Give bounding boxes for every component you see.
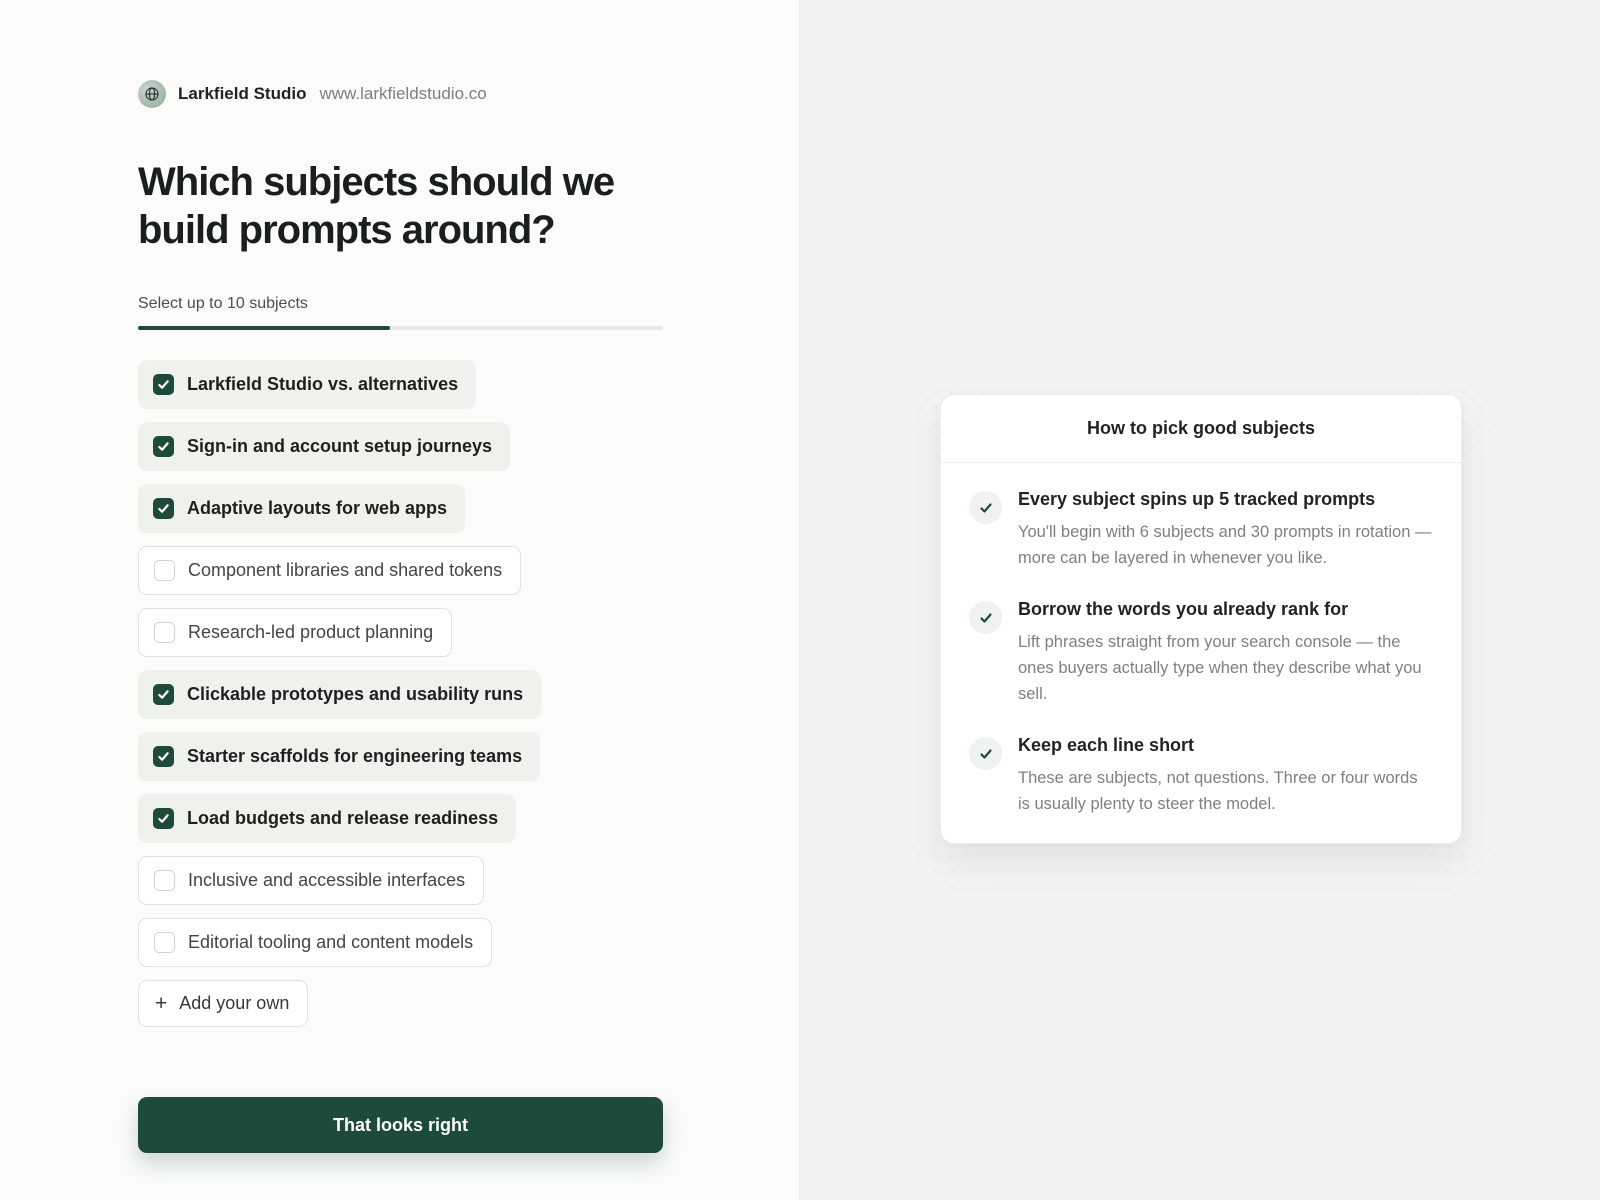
subject-label: Research-led product planning [188,622,434,642]
checkbox-empty-icon[interactable] [154,622,175,643]
check-icon [969,491,1002,524]
subject-option[interactable]: Adaptive layouts for web apps [138,484,466,533]
selection-hint: Select up to 10 subjects [138,295,308,312]
subject-option[interactable]: Editorial tooling and content models [138,918,493,967]
subject-label: Inclusive and accessible interfaces [188,870,466,890]
subject-label: Starter scaffolds for engineering teams [187,746,523,766]
check-icon [969,601,1002,634]
subject-options: Larkfield Studio vs. alternatives Sign-in… [138,360,542,1027]
tip-title: Keep each line short [1018,735,1195,755]
subject-label: Editorial tooling and content models [188,932,474,952]
checkbox-checked-icon[interactable] [153,436,174,457]
brand-url: www.larkfieldstudio.co [319,84,487,103]
subject-label: Load budgets and release readiness [187,808,499,828]
tip-title: Borrow the words you already rank for [1018,599,1349,619]
tip-item: Borrow the words you already rank for Li… [969,599,1433,707]
tip-title: Every subject spins up 5 tracked prompts [1018,489,1376,509]
subject-label: Component libraries and shared tokens [188,560,503,580]
add-subject-button[interactable]: + Add your own [138,980,309,1027]
tips-list: Every subject spins up 5 tracked prompts… [941,463,1461,843]
checkbox-checked-icon[interactable] [153,498,174,519]
selection-progress-bar [138,326,663,330]
checkbox-empty-icon[interactable] [154,870,175,891]
check-icon [969,737,1002,770]
subject-label: Larkfield Studio vs. alternatives [187,374,459,394]
checkbox-checked-icon[interactable] [153,808,174,829]
tip-body: You'll begin with 6 subjects and 30 prom… [1018,523,1432,567]
subject-label: Sign-in and account setup journeys [187,436,493,456]
subject-label: Adaptive layouts for web apps [187,498,448,518]
tips-card-title: How to pick good subjects [941,395,1461,463]
checkbox-checked-icon[interactable] [153,746,174,767]
tip-item: Keep each line short These are subjects,… [969,735,1433,817]
subject-option[interactable]: Research-led product planning [138,608,453,657]
add-subject-label: Add your own [179,993,290,1013]
subject-option[interactable]: Clickable prototypes and usability runs [138,670,542,719]
right-panel: How to pick good subjects Every subject … [800,0,1600,1200]
checkbox-checked-icon[interactable] [153,374,174,395]
subject-option[interactable]: Load budgets and release readiness [138,794,517,843]
left-panel: Larkfield Studio www.larkfieldstudio.co … [0,0,800,1200]
globe-icon [138,80,166,108]
tip-body: These are subjects, not questions. Three… [1018,769,1418,813]
progress-fill [138,326,390,330]
confirm-button[interactable]: That looks right [138,1097,663,1153]
page-title: Which subjects should we build prompts a… [138,160,615,252]
subject-option[interactable]: Sign-in and account setup journeys [138,422,511,471]
brand-header: Larkfield Studio www.larkfieldstudio.co [138,80,487,108]
subject-option[interactable]: Component libraries and shared tokens [138,546,522,595]
plus-icon: + [155,992,168,1015]
tip-item: Every subject spins up 5 tracked prompts… [969,489,1433,571]
checkbox-checked-icon[interactable] [153,684,174,705]
brand-name: Larkfield Studio [178,84,307,103]
checkbox-empty-icon[interactable] [154,560,175,581]
subject-option[interactable]: Larkfield Studio vs. alternatives [138,360,477,409]
subject-option[interactable]: Inclusive and accessible interfaces [138,856,485,905]
tips-card: How to pick good subjects Every subject … [940,394,1462,844]
checkbox-empty-icon[interactable] [154,932,175,953]
tip-body: Lift phrases straight from your search c… [1018,633,1422,703]
subject-option[interactable]: Starter scaffolds for engineering teams [138,732,541,781]
subject-label: Clickable prototypes and usability runs [187,684,524,704]
